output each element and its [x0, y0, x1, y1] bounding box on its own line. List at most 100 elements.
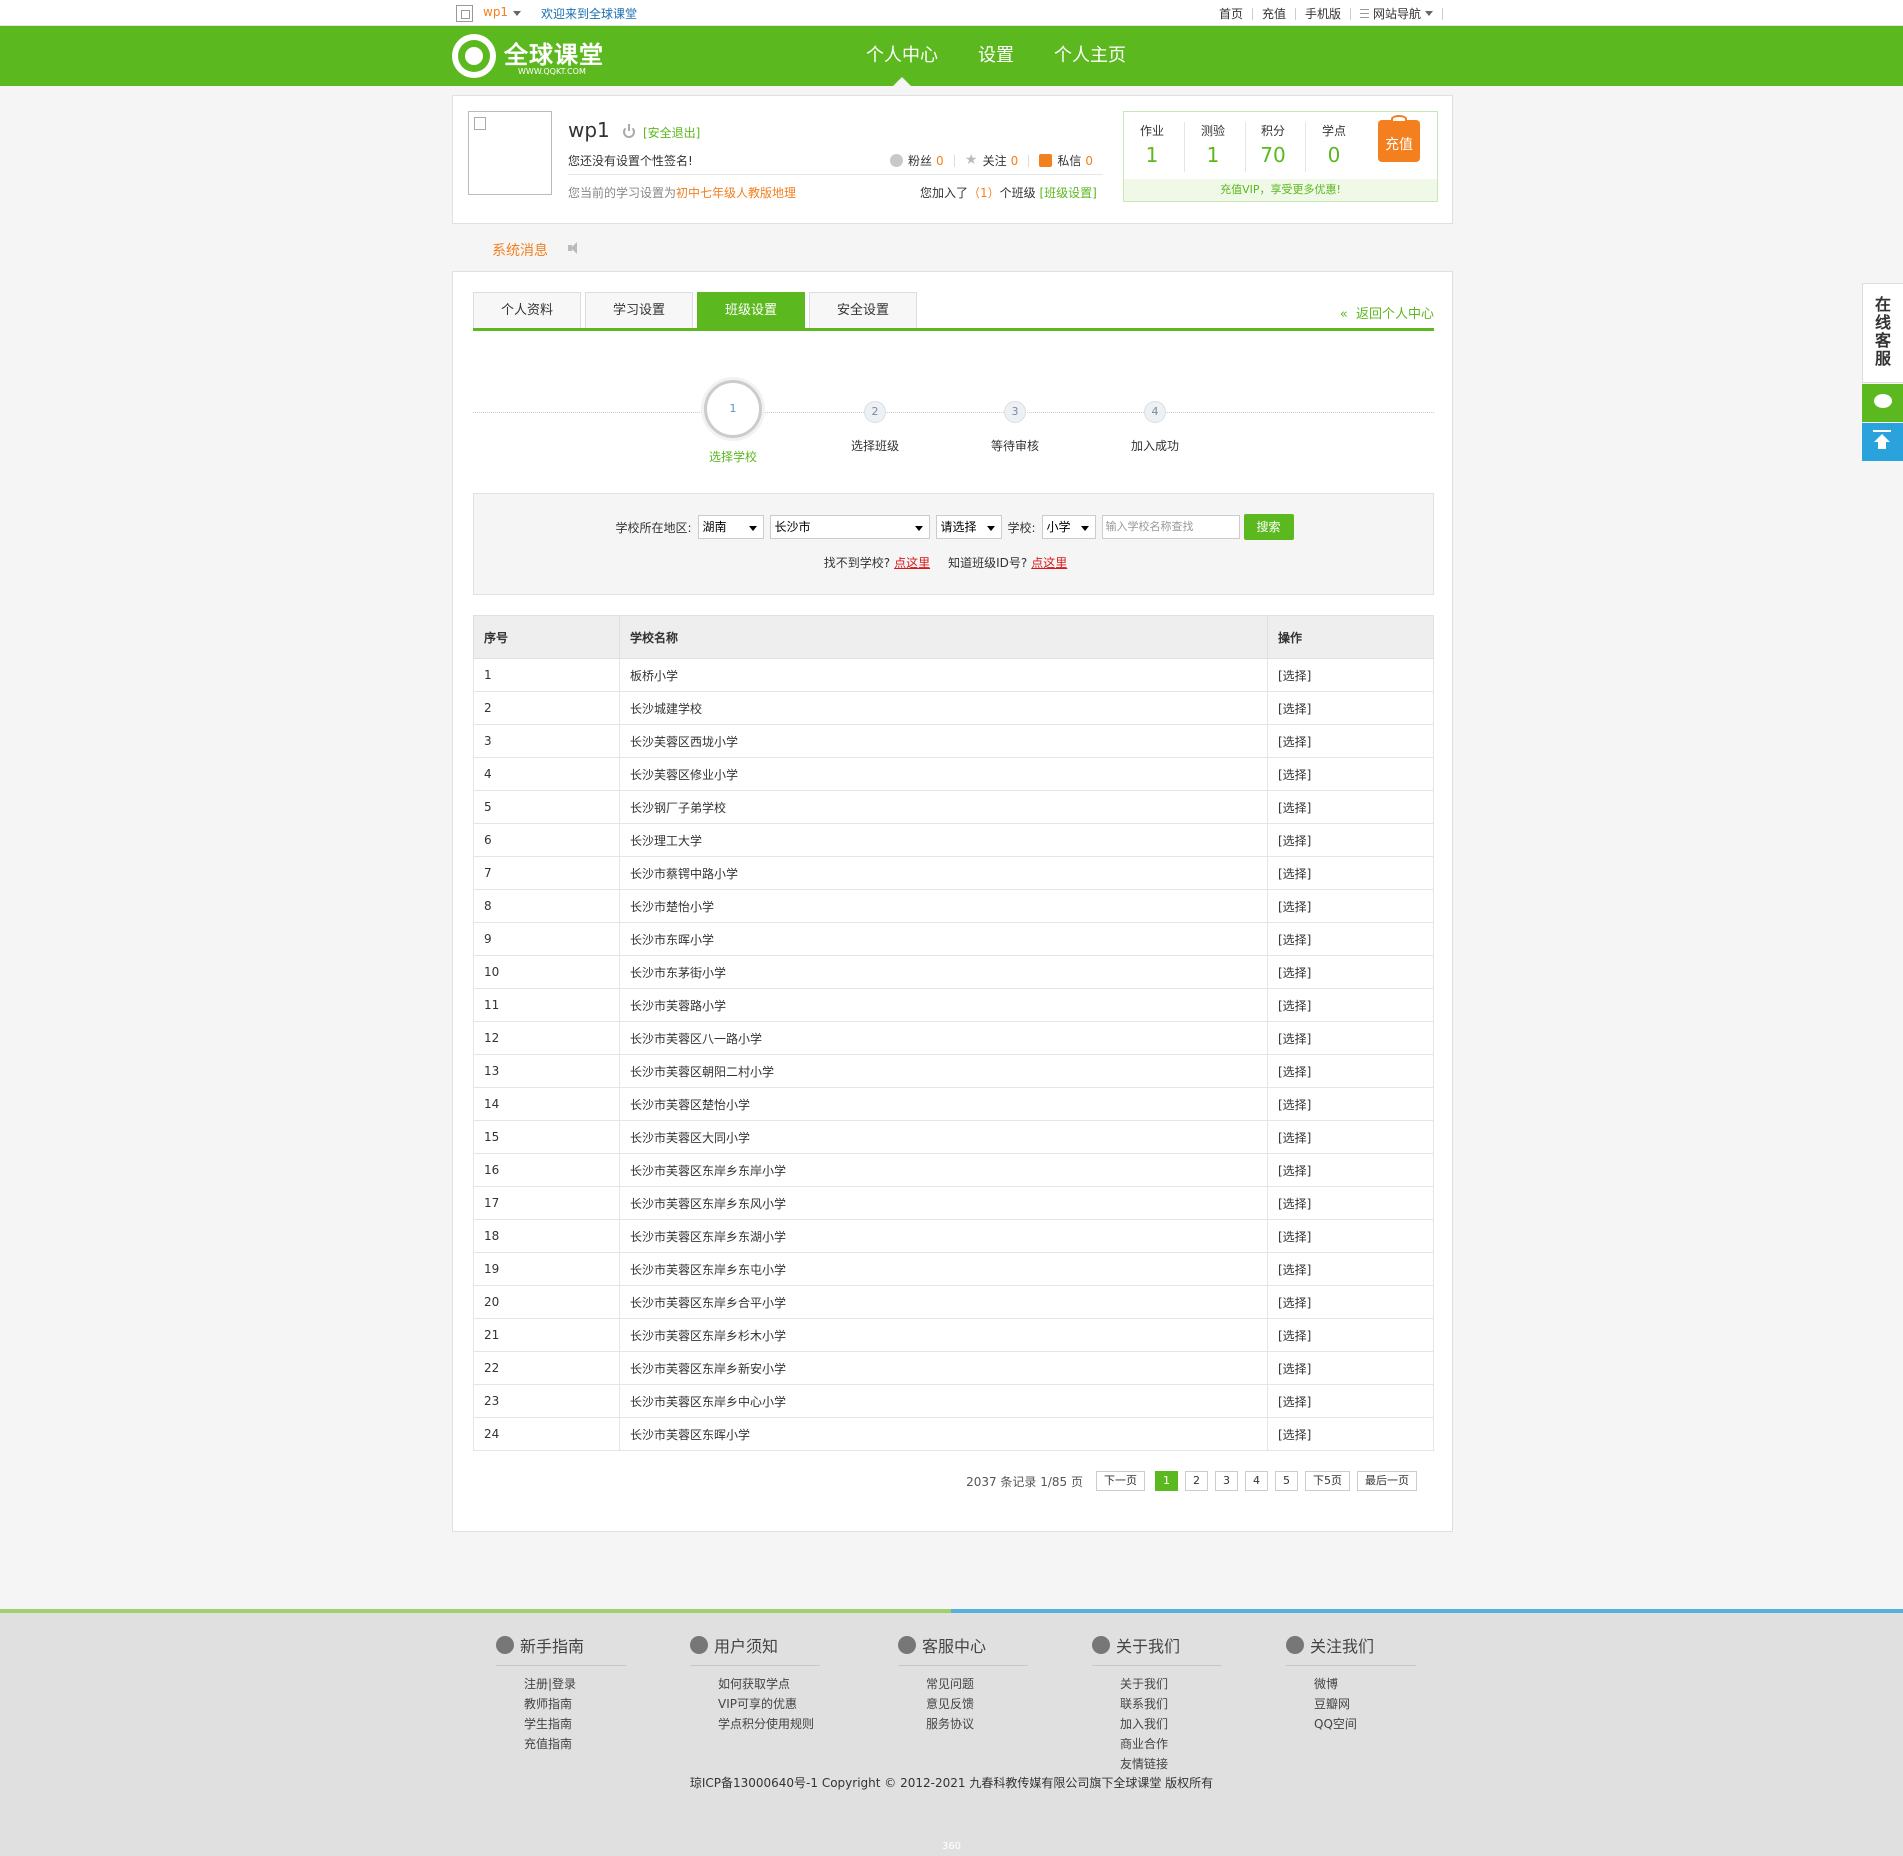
select-action[interactable]: [选择]	[1267, 1285, 1434, 1319]
select-action[interactable]: [选择]	[1267, 1351, 1434, 1385]
select-action[interactable]: [选择]	[1267, 1252, 1434, 1286]
next-5-pages-button[interactable]: 下5页	[1305, 1471, 1350, 1491]
footer-link[interactable]: QQ空间	[1314, 1714, 1416, 1734]
stat-credits[interactable]: 学点 0	[1306, 122, 1362, 167]
select-action[interactable]: [选择]	[1267, 889, 1434, 923]
back-to-center-link[interactable]: « 返回个人中心	[1340, 303, 1434, 322]
top-link-mobile[interactable]: 手机版	[1305, 5, 1341, 22]
top-link-home[interactable]: 首页	[1219, 5, 1243, 22]
select-action[interactable]: [选择]	[1267, 1384, 1434, 1418]
select-action[interactable]: [选择]	[1267, 856, 1434, 890]
logout-link[interactable]: [安全退出]	[643, 124, 700, 141]
select-action[interactable]: [选择]	[1267, 823, 1434, 857]
page-1-button[interactable]: 1	[1155, 1471, 1178, 1491]
site-logo[interactable]: 全球课堂 WWW.QQKT.COM	[452, 32, 622, 80]
user-avatar-icon[interactable]	[456, 5, 473, 22]
district-select[interactable]: 请选择	[935, 515, 1002, 539]
select-action[interactable]: [选择]	[1267, 1120, 1434, 1154]
footer-link[interactable]: 常见问题	[926, 1674, 1028, 1694]
footer-link[interactable]: 联系我们	[1120, 1694, 1222, 1714]
last-page-button[interactable]: 最后一页	[1357, 1471, 1417, 1491]
footer-link[interactable]: VIP可享的优惠	[718, 1694, 820, 1714]
avatar[interactable]	[468, 111, 552, 195]
footer-link[interactable]: 充值指南	[524, 1734, 626, 1754]
select-action[interactable]: [选择]	[1267, 922, 1434, 956]
chevron-down-icon[interactable]	[1425, 11, 1433, 16]
school-search-input[interactable]: 输入学校名称查找	[1101, 515, 1240, 539]
class-id-link[interactable]: 点这里	[1031, 554, 1067, 571]
select-action[interactable]: [选择]	[1267, 1153, 1434, 1187]
select-action[interactable]: [选择]	[1267, 1219, 1434, 1253]
table-row: 19 长沙市芙蓉区东岸乡东屯小学 [选择]	[473, 1252, 1434, 1286]
people-icon	[1092, 1636, 1110, 1654]
page-2-button[interactable]: 2	[1185, 1471, 1208, 1491]
select-action[interactable]: [选择]	[1267, 724, 1434, 758]
top-username[interactable]: wp1	[483, 5, 508, 19]
footer-link[interactable]: 学点积分使用规则	[718, 1714, 820, 1734]
tab-class-settings[interactable]: 班级设置	[697, 292, 805, 328]
fans-count[interactable]: 粉丝 0	[890, 152, 944, 169]
select-action[interactable]: [选择]	[1267, 658, 1434, 692]
select-action[interactable]: [选择]	[1267, 1186, 1434, 1220]
nav-settings[interactable]: 设置	[964, 26, 1028, 86]
school-name: 长沙市芙蓉区东晖小学	[619, 1417, 1268, 1451]
search-button[interactable]: 搜索	[1243, 514, 1294, 540]
chat-button[interactable]	[1862, 384, 1903, 422]
system-message[interactable]: 系统消息	[492, 240, 548, 260]
nav-personal-center[interactable]: 个人中心	[852, 26, 952, 86]
top-link-site-nav[interactable]: 网站导航	[1373, 5, 1421, 22]
footer-link[interactable]: 注册|登录	[524, 1674, 626, 1694]
tab-profile[interactable]: 个人资料	[473, 292, 581, 328]
top-link-recharge[interactable]: 充值	[1262, 5, 1286, 22]
signature-text[interactable]: 您还没有设置个性签名!	[568, 152, 693, 169]
stat-homework[interactable]: 作业 1	[1124, 122, 1180, 167]
stat-quiz[interactable]: 测验 1	[1185, 122, 1241, 167]
city-select[interactable]: 长沙市	[769, 515, 930, 539]
page-3-button[interactable]: 3	[1215, 1471, 1238, 1491]
province-select[interactable]: 湖南	[697, 515, 764, 539]
stat-points[interactable]: 积分 70	[1245, 122, 1301, 167]
chevron-down-icon[interactable]	[513, 11, 521, 16]
select-action[interactable]: [选择]	[1267, 1417, 1434, 1451]
chat-icon	[1286, 1636, 1304, 1654]
select-action[interactable]: [选择]	[1267, 1021, 1434, 1055]
page-4-button[interactable]: 4	[1245, 1471, 1268, 1491]
footer-link[interactable]: 豆瓣网	[1314, 1694, 1416, 1714]
page-5-button[interactable]: 5	[1275, 1471, 1298, 1491]
region-label: 学校所在地区:	[615, 520, 692, 535]
footer-link[interactable]: 商业合作	[1120, 1734, 1222, 1754]
next-page-button[interactable]: 下一页	[1096, 1471, 1145, 1491]
select-action[interactable]: [选择]	[1267, 790, 1434, 824]
follow-count[interactable]: ★ 关注 0	[965, 152, 1018, 169]
tab-study-settings[interactable]: 学习设置	[585, 292, 693, 328]
school-level-select[interactable]: 小学	[1041, 515, 1096, 539]
vip-promo[interactable]: 充值VIP，享受更多优惠!	[1124, 179, 1437, 201]
online-service-button[interactable]: 在线客服	[1862, 283, 1903, 383]
footer-link[interactable]: 加入我们	[1120, 1714, 1222, 1734]
not-found-link[interactable]: 点这里	[894, 554, 930, 571]
tab-security-settings[interactable]: 安全设置	[809, 292, 917, 328]
select-action[interactable]: [选择]	[1267, 1054, 1434, 1088]
footer-link[interactable]: 学生指南	[524, 1714, 626, 1734]
back-to-top-button[interactable]	[1862, 423, 1903, 461]
row-index: 6	[473, 823, 620, 857]
nav-homepage[interactable]: 个人主页	[1040, 26, 1140, 86]
class-settings-link[interactable]: [班级设置]	[1040, 186, 1097, 200]
footer-link[interactable]: 微博	[1314, 1674, 1416, 1694]
select-action[interactable]: [选择]	[1267, 955, 1434, 989]
welcome-text[interactable]: 欢迎来到全球课堂	[541, 5, 637, 22]
footer-link[interactable]: 关于我们	[1120, 1674, 1222, 1694]
select-action[interactable]: [选择]	[1267, 988, 1434, 1022]
footer-link[interactable]: 教师指南	[524, 1694, 626, 1714]
footer-link[interactable]: 意见反馈	[926, 1694, 1028, 1714]
select-action[interactable]: [选择]	[1267, 1318, 1434, 1352]
select-action[interactable]: [选择]	[1267, 691, 1434, 725]
select-action[interactable]: [选择]	[1267, 1087, 1434, 1121]
message-count[interactable]: 私信 0	[1039, 152, 1093, 169]
footer-link[interactable]: 服务协议	[926, 1714, 1028, 1734]
select-action[interactable]: [选择]	[1267, 757, 1434, 791]
recharge-button[interactable]: 充值	[1378, 115, 1420, 162]
footer-link[interactable]: 友情链接	[1120, 1754, 1222, 1774]
footer-link[interactable]: 如何获取学点	[718, 1674, 820, 1694]
study-grade[interactable]: 初中七年级人教版地理	[676, 186, 796, 200]
